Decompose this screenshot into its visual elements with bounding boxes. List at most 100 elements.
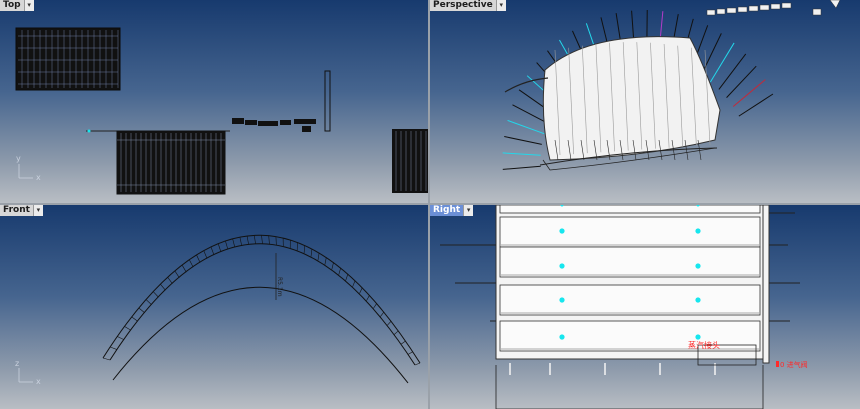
right-anchor-marker	[695, 263, 701, 269]
front-arch-segment	[102, 357, 111, 361]
axis-indicator-front	[18, 368, 33, 383]
viewport-top[interactable]: y x Top ▾	[0, 0, 428, 203]
perspective-vault-shell	[542, 36, 721, 161]
front-inner-arch	[112, 286, 409, 384]
right-wall-panel	[499, 284, 761, 316]
axis-y-label: y	[16, 154, 21, 163]
right-view-canvas[interactable]	[430, 205, 860, 409]
perspective-rib	[507, 119, 545, 135]
front-arch-segment	[124, 326, 131, 331]
viewport-front-tab[interactable]: Front ▾	[0, 205, 43, 216]
perspective-rib	[504, 136, 542, 145]
right-anchor-marker	[695, 228, 701, 234]
top-panel-grid	[15, 27, 121, 91]
top-vertical-post	[324, 70, 331, 132]
top-beam-2	[245, 120, 257, 125]
front-outer-arch-2	[102, 234, 421, 364]
right-anchor-marker	[559, 228, 565, 234]
front-arch-segment	[359, 287, 363, 294]
front-arch-segment	[317, 252, 320, 261]
front-arch-segment	[253, 235, 256, 244]
front-arch-segment	[131, 316, 138, 322]
top-beam-6	[302, 126, 311, 132]
front-arch-segment	[394, 330, 399, 335]
perspective-view-canvas[interactable]	[430, 0, 860, 203]
perspective-rib	[512, 104, 549, 124]
viewport-top-dropdown-icon[interactable]: ▾	[23, 0, 34, 11]
front-arch-segment	[324, 257, 327, 265]
pipe-connector-label: 0 进气阀	[780, 361, 808, 369]
front-arch-segment	[407, 351, 413, 355]
axis-x-label-front: x	[36, 377, 41, 386]
front-arch-segment	[174, 270, 180, 278]
right-anchor-marker	[559, 263, 565, 269]
front-arch-segment	[331, 262, 334, 270]
right-bottom-legs	[509, 363, 716, 375]
perspective-rib	[726, 65, 757, 98]
top-beam-1	[232, 118, 244, 124]
perspective-far-object	[706, 0, 841, 16]
right-pipe-marker	[776, 361, 779, 367]
top-view-canvas[interactable]	[0, 0, 428, 203]
front-arch-segment	[414, 362, 421, 366]
steam-connector-label: 蒸汽接头	[688, 341, 720, 350]
perspective-rib	[502, 152, 541, 156]
front-arch-segment	[366, 295, 370, 301]
top-guide-marker	[87, 129, 91, 133]
front-arch-segment	[303, 245, 306, 254]
front-arch-segment	[146, 299, 152, 305]
right-wall-panel	[499, 205, 761, 214]
front-outer-arch	[109, 243, 416, 366]
viewport-right[interactable]: 蒸汽接头 0 进气阀 Right ▾	[430, 205, 860, 409]
front-arch-segment	[345, 273, 349, 281]
viewport-perspective-dropdown-icon[interactable]: ▾	[495, 0, 506, 11]
viewport-front-title[interactable]: Front	[0, 205, 33, 216]
front-arch-segment	[310, 248, 313, 257]
viewport-perspective[interactable]: Perspective ▾	[430, 0, 860, 203]
front-view-canvas[interactable]: R5.1m	[0, 205, 428, 409]
front-arch-segment	[373, 303, 378, 309]
front-dimension-text: R5.1m	[276, 277, 283, 297]
front-arch-segment	[196, 255, 201, 263]
viewport-right-title[interactable]: Right	[430, 205, 464, 216]
top-beam-4	[280, 120, 291, 125]
front-arch-segment	[380, 311, 385, 317]
right-wall-panel	[499, 320, 761, 352]
right-anchor-marker	[559, 297, 565, 303]
front-arch-segment	[261, 235, 263, 244]
viewport-right-dropdown-icon[interactable]: ▾	[463, 205, 474, 216]
right-anchor-marker	[695, 334, 701, 340]
front-arch-segment	[160, 284, 166, 291]
front-arch-segment	[117, 336, 124, 340]
top-side-plan	[392, 129, 428, 193]
viewport-right-tab[interactable]: Right ▾	[430, 205, 474, 216]
viewport-front[interactable]: R5.1m z x Front ▾	[0, 205, 428, 409]
right-base-outline	[495, 365, 764, 409]
viewport-front-dropdown-icon[interactable]: ▾	[32, 205, 43, 216]
front-arch-segment	[338, 267, 342, 275]
front-arch-segment	[167, 277, 173, 284]
right-wall-panel	[499, 246, 761, 278]
top-beam-3	[258, 121, 278, 126]
perspective-rib	[502, 165, 541, 170]
front-arch-segment	[387, 320, 392, 326]
front-arch-segment	[400, 340, 406, 345]
perspective-rib	[718, 53, 747, 90]
viewport-perspective-tab[interactable]: Perspective ▾	[430, 0, 506, 11]
front-arch-segment	[203, 250, 208, 259]
front-arch-segment	[181, 265, 187, 273]
front-arch-segment	[110, 346, 118, 350]
front-arch-segment	[217, 243, 222, 252]
front-arch-segment	[210, 247, 215, 256]
right-side-column	[762, 205, 770, 364]
viewport-top-tab[interactable]: Top ▾	[0, 0, 34, 11]
right-anchor-marker	[695, 297, 701, 303]
viewport-top-title[interactable]: Top	[0, 0, 24, 11]
front-arch-segment	[138, 307, 145, 313]
axis-indicator-top	[18, 164, 33, 179]
front-arch-segment	[225, 241, 229, 250]
front-arch-segment	[246, 236, 249, 245]
front-arch-segment	[153, 291, 159, 298]
front-arch-segment	[239, 237, 242, 246]
viewport-perspective-title[interactable]: Perspective	[430, 0, 496, 11]
